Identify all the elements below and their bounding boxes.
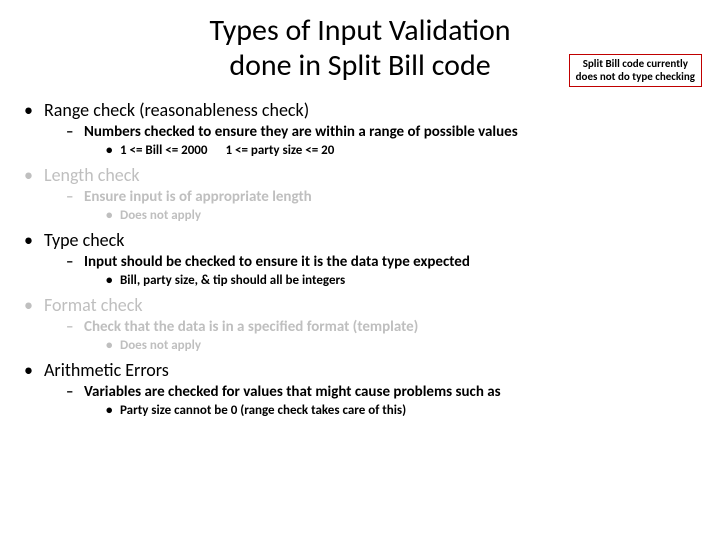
bullet-level1-text: Type check [44,229,124,251]
sublist-level2: Variables are checked for values that mi… [24,383,702,418]
sublist-level3: 1 <= Bill <= 2000 1 <= party size <= 20 [66,143,702,158]
sublist-level3: Party size cannot be 0 (range check take… [66,403,702,418]
sublist-level3: Does not apply [66,338,702,353]
bullet-level2: Ensure input is of appropriate length Doe… [66,188,702,223]
bullet-level1-text: Length check [44,164,140,186]
bullet-level1-text: Format check [44,294,143,316]
bullet-level3: Does not apply [106,208,702,223]
bullet-level2: Numbers checked to ensure they are withi… [66,123,702,158]
bullet-level1: Length checkEnsure input is of appropria… [24,164,702,223]
warning-callout: Split Bill code currently does not do ty… [569,54,702,87]
bullet-level3-text: 1 <= Bill <= 2000 [120,143,207,158]
bullet-level2-text: Numbers checked to ensure they are withi… [84,123,518,141]
bullet-level1: Format check Check that the data is in a … [24,294,702,353]
sublist-level2: Input should be checked to ensure it is … [24,253,702,288]
bullet-level1-text: Arithmetic Errors [44,359,169,381]
bullet-level2: Input should be checked to ensure it is … [66,253,702,288]
bullet-level1: Type check Input should be checked to ens… [24,229,702,288]
bullet-level3-text: Does not apply [120,338,201,353]
bullet-level3-text: Bill, party size, & tip should all be in… [120,273,345,288]
sublist-level2: Check that the data is in a specified fo… [24,318,702,353]
bullet-level1: Range check (reasonableness check) Number… [24,99,702,158]
bullet-level1: Arithmetic Errors Variables are checked f… [24,359,702,418]
callout-line-1: Split Bill code currently [583,57,688,70]
bullet-level3-extra: 1 <= party size <= 20 [225,143,334,158]
bullet-level3-text: Does not apply [120,208,201,223]
sublist-level3: Does not apply [66,208,702,223]
sublist-level2: Ensure input is of appropriate length Doe… [24,188,702,223]
bullet-level2-text: Ensure input is of appropriate length [84,188,312,206]
bullet-level3: 1 <= Bill <= 2000 1 <= party size <= 20 [106,143,702,158]
bullet-level2-text: Input should be checked to ensure it is … [84,253,470,271]
callout-line-2: does not do type checking [576,70,695,83]
slide-title-block: Types of Input Validation done in Split … [18,14,702,83]
bullet-level2: Variables are checked for values that mi… [66,383,702,418]
sublist-level3: Bill, party size, & tip should all be in… [66,273,702,288]
bullet-level3: Bill, party size, & tip should all be in… [106,273,702,288]
title-line-1: Types of Input Validation [209,12,510,49]
bullet-level2-text: Check that the data is in a specified fo… [84,318,418,336]
sublist-level2: Numbers checked to ensure they are withi… [24,123,702,158]
title-line-2: done in Split Bill code [229,47,490,84]
bullet-level3-text: Party size cannot be 0 (range check take… [120,403,406,418]
outline-list: Range check (reasonableness check) Number… [18,99,702,418]
bullet-level1-text: Range check (reasonableness check) [44,99,309,121]
bullet-level2-text: Variables are checked for values that mi… [84,383,501,401]
bullet-level3: Does not apply [106,338,702,353]
bullet-level3: Party size cannot be 0 (range check take… [106,403,702,418]
bullet-level2: Check that the data is in a specified fo… [66,318,702,353]
